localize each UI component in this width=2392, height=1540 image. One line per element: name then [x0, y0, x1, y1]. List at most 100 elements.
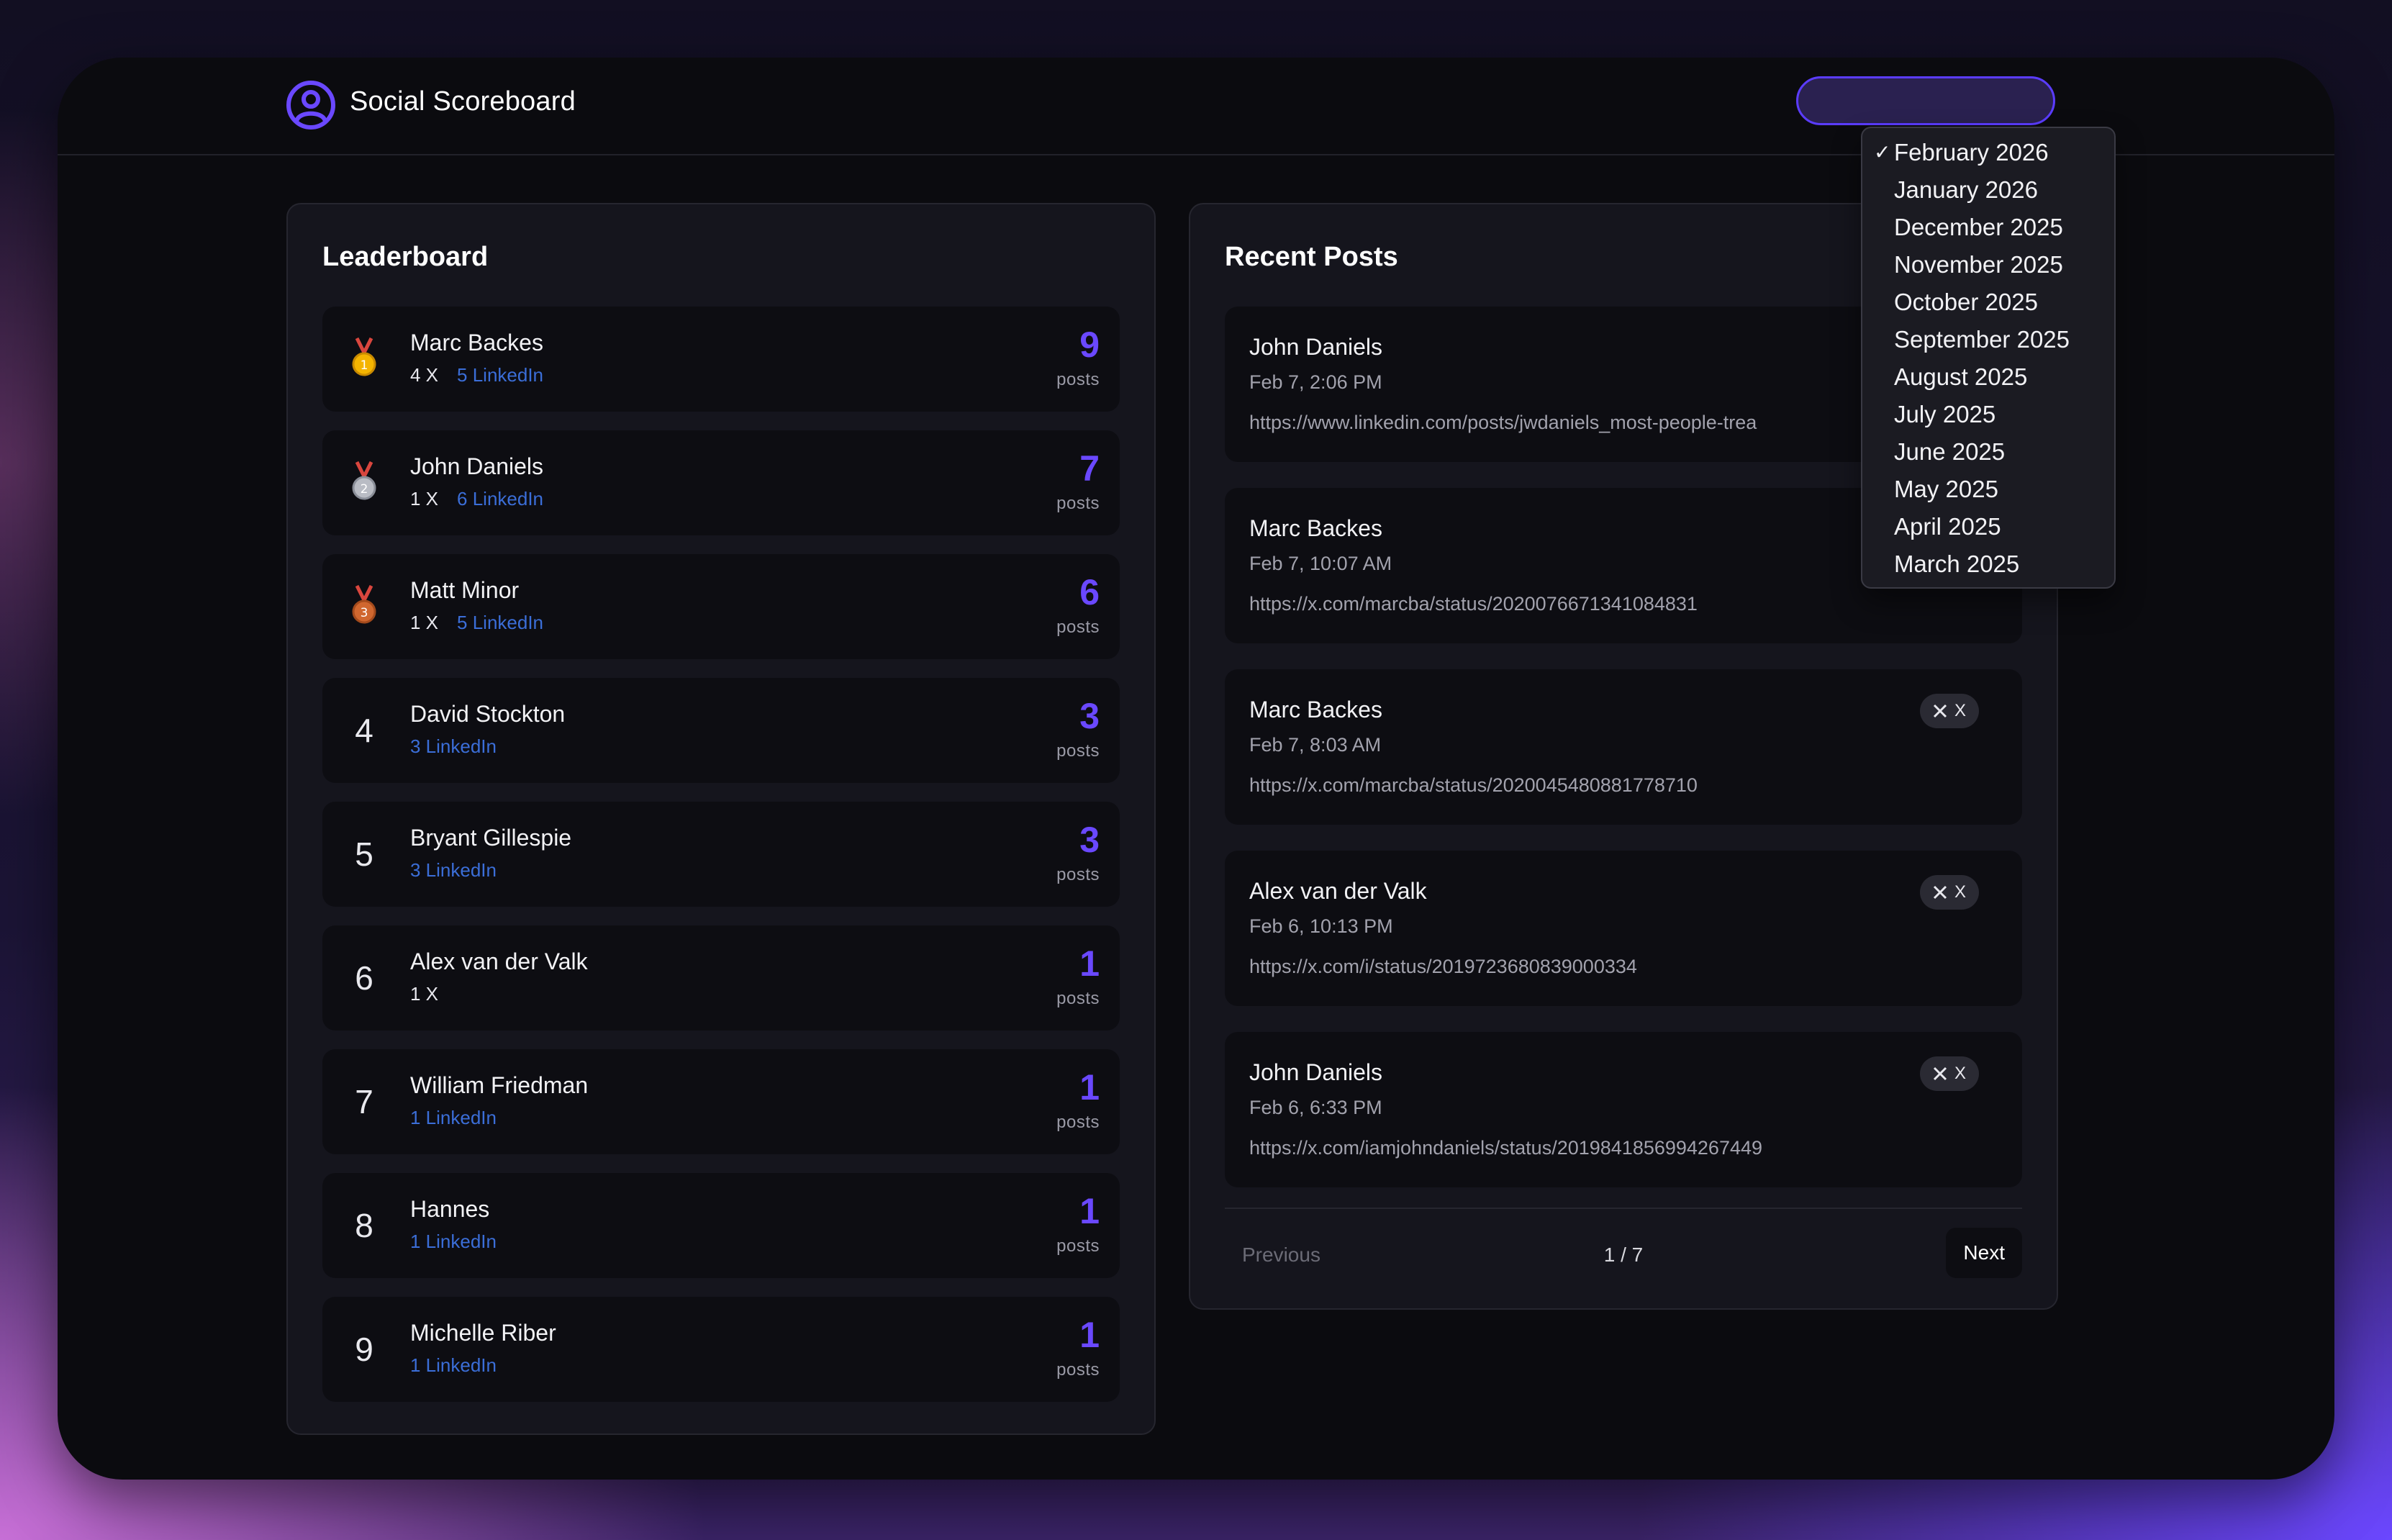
medal-bronze-icon: 3 — [322, 554, 406, 659]
month-option[interactable]: December 2025 — [1894, 209, 2063, 246]
x-count: 1 X — [410, 488, 439, 509]
page-indicator: 1 / 7 — [1603, 1244, 1644, 1266]
player-name: David Stockton — [410, 701, 566, 727]
month-option[interactable]: October 2025 — [1894, 284, 2038, 321]
post-url-link[interactable]: https://x.com/marcba/status/202004548088… — [1249, 774, 1698, 797]
month-option[interactable]: July 2025 — [1894, 396, 1995, 433]
post-count-label: posts — [1056, 741, 1100, 761]
post-author: John Daniels — [1249, 1059, 1382, 1085]
platform-stats: 1 LinkedIn — [410, 1107, 497, 1129]
linkedin-count: 5 LinkedIn — [457, 364, 544, 386]
post-author: Alex van der Valk — [1249, 878, 1427, 904]
month-option[interactable]: April 2025 — [1894, 508, 2001, 545]
rank-number: 5 — [355, 835, 373, 873]
app-title: Social Scoreboard — [350, 86, 576, 117]
x-logo-icon — [1933, 1066, 1947, 1081]
post-count: 1 — [1079, 1191, 1100, 1231]
leaderboard-row: 8 Hannes 1 LinkedIn 1 posts — [322, 1173, 1120, 1278]
post-count-label: posts — [1056, 1236, 1100, 1256]
x-count: 1 X — [410, 612, 439, 633]
month-select-trigger[interactable] — [1796, 76, 2055, 125]
user-circle-icon — [286, 81, 335, 130]
rank-number: 9 — [355, 1331, 373, 1368]
player-name: Alex van der Valk — [410, 948, 588, 974]
platform-stats: 1 LinkedIn — [410, 1231, 497, 1253]
platform-badge-label: X — [1954, 882, 1966, 902]
linkedin-count: 6 LinkedIn — [457, 488, 544, 509]
x-count: 1 X — [410, 983, 439, 1005]
linkedin-count: 5 LinkedIn — [457, 612, 544, 633]
player-name: Hannes — [410, 1196, 490, 1222]
svg-text:3: 3 — [361, 606, 368, 620]
svg-text:1: 1 — [361, 358, 368, 373]
player-name: Matt Minor — [410, 577, 520, 603]
post-count: 3 — [1079, 696, 1100, 736]
post-count: 1 — [1079, 1067, 1100, 1108]
post-url-link[interactable]: https://x.com/marcba/status/202007667134… — [1249, 593, 1698, 615]
post-count-label: posts — [1056, 494, 1100, 513]
post-url-link[interactable]: https://x.com/iamjohndaniels/status/2019… — [1249, 1137, 1762, 1159]
leaderboard-title: Leaderboard — [322, 242, 489, 272]
leaderboard-row: 9 Michelle Riber 1 LinkedIn 1 posts — [322, 1297, 1120, 1402]
linkedin-count: 1 LinkedIn — [410, 1354, 497, 1376]
x-count: 4 X — [410, 364, 439, 386]
post-author: Marc Backes — [1249, 515, 1382, 541]
player-name: Marc Backes — [410, 330, 543, 355]
linkedin-count: 3 LinkedIn — [410, 735, 497, 757]
svg-text:2: 2 — [361, 482, 368, 497]
post-count: 1 — [1079, 1315, 1100, 1355]
player-name: Michelle Riber — [410, 1320, 556, 1346]
post-card[interactable]: John Daniels Feb 6, 6:33 PM https://x.com/… — [1225, 1032, 2022, 1187]
post-timestamp: Feb 7, 10:07 AM — [1249, 553, 1392, 574]
post-timestamp: Feb 7, 8:03 AM — [1249, 734, 1382, 756]
leaderboard-row: 4 David Stockton 3 LinkedIn 3 posts — [322, 678, 1120, 783]
leaderboard-row: 5 Bryant Gillespie 3 LinkedIn 3 posts — [322, 802, 1120, 907]
medal-gold-icon: 1 — [322, 307, 406, 412]
player-name: Bryant Gillespie — [410, 825, 572, 851]
app-window: Social Scoreboard Leaderboard 1 Marc Back… — [58, 58, 2334, 1480]
month-option[interactable]: September 2025 — [1894, 321, 2070, 358]
leaderboard-row: 1 Marc Backes 4 X 5 LinkedIn 9 posts — [322, 307, 1120, 412]
leaderboard-row: 7 William Friedman 1 LinkedIn 1 posts — [322, 1049, 1120, 1154]
month-option[interactable]: January 2026 — [1894, 171, 2038, 209]
recent-posts-title: Recent Posts — [1225, 242, 1398, 272]
month-option[interactable]: May 2025 — [1894, 471, 1998, 508]
platform-stats: 1 X — [410, 983, 457, 1005]
player-name: William Friedman — [410, 1072, 589, 1098]
post-count: 9 — [1079, 325, 1100, 365]
post-count-label: posts — [1056, 1113, 1100, 1132]
post-card[interactable]: Marc Backes Feb 7, 8:03 AM https://x.com/m… — [1225, 669, 2022, 825]
player-name: John Daniels — [410, 453, 543, 479]
month-option[interactable]: August 2025 — [1894, 358, 2027, 396]
post-count-label: posts — [1056, 865, 1100, 884]
post-timestamp: Feb 7, 2:06 PM — [1249, 371, 1382, 393]
post-url-link[interactable]: https://x.com/i/status/20197236808390003… — [1249, 956, 1637, 978]
platform-stats: 1 X 6 LinkedIn — [410, 488, 543, 510]
check-icon: ✓ — [1874, 141, 1891, 163]
linkedin-count: 1 LinkedIn — [410, 1231, 497, 1252]
post-count: 1 — [1079, 943, 1100, 984]
linkedin-count: 1 LinkedIn — [410, 1107, 497, 1128]
post-count-label: posts — [1056, 617, 1100, 637]
month-option[interactable]: March 2025 — [1894, 545, 2019, 583]
platform-stats: 1 X 5 LinkedIn — [410, 612, 543, 634]
post-timestamp: Feb 6, 10:13 PM — [1249, 915, 1393, 937]
rank-number: 6 — [355, 959, 373, 997]
rank-number: 4 — [355, 712, 373, 749]
platform-stats: 1 LinkedIn — [410, 1354, 497, 1377]
month-option[interactable]: November 2025 — [1894, 246, 2063, 284]
rank-number: 8 — [355, 1207, 373, 1244]
month-option[interactable]: June 2025 — [1894, 433, 2005, 471]
post-count-label: posts — [1056, 370, 1100, 389]
post-count: 3 — [1079, 820, 1100, 860]
rank-number: 7 — [355, 1083, 373, 1120]
month-option[interactable]: February 2026 — [1894, 134, 2049, 171]
post-count: 6 — [1079, 572, 1100, 612]
next-button[interactable]: Next — [1946, 1228, 2022, 1278]
post-count-label: posts — [1056, 989, 1100, 1008]
post-card[interactable]: Alex van der Valk Feb 6, 10:13 PM https://… — [1225, 851, 2022, 1006]
platform-badge-label: X — [1954, 1064, 1966, 1083]
post-timestamp: Feb 6, 6:33 PM — [1249, 1097, 1382, 1118]
medal-silver-icon: 2 — [322, 430, 406, 535]
post-url-link[interactable]: https://www.linkedin.com/posts/jwdaniels… — [1249, 412, 1757, 434]
